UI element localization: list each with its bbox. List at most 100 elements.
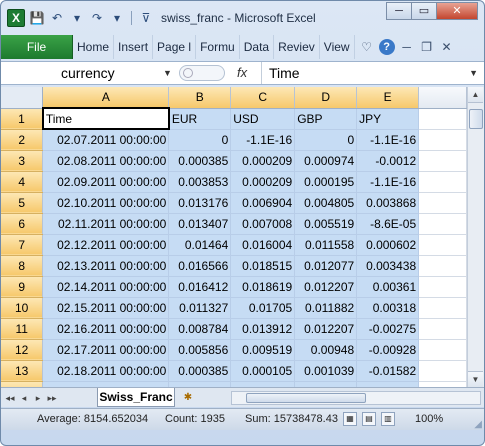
- excel-logo-icon[interactable]: X: [7, 9, 25, 27]
- cell[interactable]: 0.016412: [168, 276, 232, 298]
- expand-formula-bar-icon[interactable]: ▼: [469, 62, 478, 84]
- next-sheet-icon[interactable]: ▸: [33, 391, 43, 405]
- cell[interactable]: 0.000974: [294, 150, 358, 172]
- cell[interactable]: 0.006904: [230, 192, 296, 214]
- cell[interactable]: 0.013407: [168, 213, 232, 235]
- cell[interactable]: 0.00361: [356, 276, 420, 298]
- cell[interactable]: 0.007008: [230, 213, 296, 235]
- minimize-button[interactable]: ─: [386, 2, 412, 20]
- cell[interactable]: 0.00318: [356, 297, 420, 319]
- cell[interactable]: 0.012207: [294, 318, 358, 340]
- sheet-tab-swiss-franc[interactable]: Swiss_Franc: [97, 388, 175, 407]
- insert-sheet-icon[interactable]: ✱: [179, 390, 197, 405]
- row-header[interactable]: 9: [1, 276, 44, 298]
- cell[interactable]: 0.008784: [168, 318, 232, 340]
- scroll-down-icon[interactable]: ▼: [468, 371, 483, 387]
- cell[interactable]: 0.005519: [294, 213, 358, 235]
- row-header[interactable]: 10: [1, 297, 44, 319]
- cell[interactable]: JPY: [356, 108, 420, 130]
- cell[interactable]: 0.012207: [294, 276, 358, 298]
- vertical-scrollbar[interactable]: ▲ ▼: [467, 87, 484, 387]
- tab-data[interactable]: Data: [240, 35, 275, 59]
- cell[interactable]: 02.16.2011 00:00:00: [42, 318, 170, 340]
- row-header[interactable]: 5: [1, 192, 44, 214]
- formula-bar-splitter[interactable]: [179, 65, 225, 81]
- cell[interactable]: 0.016566: [168, 255, 232, 277]
- column-header-e[interactable]: E: [356, 87, 420, 109]
- spreadsheet-grid[interactable]: A B C D E 1 Time EUR USD GBP JPY 2 02.07.…: [1, 87, 467, 387]
- row-header[interactable]: 11: [1, 318, 44, 340]
- last-sheet-icon[interactable]: ▸▸: [47, 391, 57, 405]
- customize-qat-icon[interactable]: ⊽: [138, 10, 154, 26]
- insert-function-icon[interactable]: fx: [237, 62, 247, 84]
- cell[interactable]: 02.18.2011 00:00:00: [42, 360, 170, 382]
- cell[interactable]: EUR: [168, 108, 232, 130]
- normal-view-icon[interactable]: ▦: [343, 412, 357, 426]
- cell[interactable]: [418, 213, 467, 235]
- close-button[interactable]: ✕: [436, 2, 478, 20]
- tab-file[interactable]: File: [1, 35, 73, 59]
- name-box[interactable]: currency: [1, 62, 181, 84]
- cell[interactable]: 0.011558: [294, 234, 358, 256]
- column-header-c[interactable]: C: [230, 87, 296, 109]
- tab-home[interactable]: Home: [73, 35, 115, 59]
- column-header-f[interactable]: [418, 87, 467, 109]
- workbook-restore-icon[interactable]: ❐: [419, 39, 435, 55]
- cell[interactable]: GBP: [294, 108, 358, 130]
- row-header[interactable]: 12: [1, 339, 44, 361]
- cell[interactable]: 0.00948: [294, 339, 358, 361]
- row-header[interactable]: 8: [1, 255, 44, 277]
- cell[interactable]: [418, 129, 467, 151]
- cell[interactable]: -0.00928: [356, 339, 420, 361]
- cell[interactable]: 0.000209: [230, 171, 296, 193]
- name-box-dropdown-icon[interactable]: ▼: [163, 62, 172, 84]
- cell[interactable]: [418, 234, 467, 256]
- cell[interactable]: 0.000385: [168, 360, 232, 382]
- cell[interactable]: 02.12.2011 00:00:00: [42, 234, 170, 256]
- cell[interactable]: -0.0012: [356, 150, 420, 172]
- cell[interactable]: [418, 276, 467, 298]
- cell[interactable]: 0.000209: [230, 150, 296, 172]
- select-all-corner[interactable]: [1, 87, 44, 109]
- cell[interactable]: 0: [294, 129, 358, 151]
- first-sheet-icon[interactable]: ◂◂: [5, 391, 15, 405]
- cell[interactable]: 0.005856: [168, 339, 232, 361]
- cell[interactable]: 0.001039: [294, 360, 358, 382]
- cell[interactable]: 0.016004: [230, 234, 296, 256]
- cell[interactable]: 0.01705: [230, 297, 296, 319]
- tab-insert[interactable]: Insert: [114, 35, 154, 59]
- cell[interactable]: 0: [168, 129, 232, 151]
- tab-review[interactable]: Reviev: [274, 35, 320, 59]
- row-header[interactable]: 3: [1, 150, 44, 172]
- cell[interactable]: 0.000195: [294, 171, 358, 193]
- previous-sheet-icon[interactable]: ◂: [19, 391, 29, 405]
- row-header[interactable]: 7: [1, 234, 44, 256]
- cell[interactable]: -0.01582: [356, 360, 420, 382]
- workbook-minimize-icon[interactable]: ─: [399, 39, 415, 55]
- page-layout-view-icon[interactable]: ▤: [362, 412, 376, 426]
- cell[interactable]: 02.08.2011 00:00:00: [42, 150, 170, 172]
- save-icon[interactable]: 💾: [29, 10, 45, 26]
- help-icon[interactable]: ?: [378, 39, 395, 55]
- cell[interactable]: 02.17.2011 00:00:00: [42, 339, 170, 361]
- cell[interactable]: 0.003868: [356, 192, 420, 214]
- cell[interactable]: 0.004805: [294, 192, 358, 214]
- redo-dropdown-icon[interactable]: ▾: [109, 10, 125, 26]
- row-header[interactable]: 13: [1, 360, 44, 382]
- cell[interactable]: -8.6E-05: [356, 213, 420, 235]
- zoom-level[interactable]: 100%: [415, 413, 443, 425]
- cell[interactable]: -1.1E-16: [356, 129, 420, 151]
- cell[interactable]: -0.00275: [356, 318, 420, 340]
- cell[interactable]: [418, 297, 467, 319]
- page-break-view-icon[interactable]: ▥: [381, 412, 395, 426]
- tab-page-layout[interactable]: Page l: [153, 35, 197, 59]
- cell[interactable]: 02.14.2011 00:00:00: [42, 276, 170, 298]
- cell[interactable]: [418, 318, 467, 340]
- cell[interactable]: 02.10.2011 00:00:00: [42, 192, 170, 214]
- cell[interactable]: [418, 192, 467, 214]
- cell[interactable]: 02.11.2011 00:00:00: [42, 213, 170, 235]
- cell[interactable]: [418, 108, 467, 130]
- column-header-b[interactable]: B: [168, 87, 232, 109]
- horizontal-scrollbar[interactable]: [231, 391, 481, 405]
- cell[interactable]: 0.012077: [294, 255, 358, 277]
